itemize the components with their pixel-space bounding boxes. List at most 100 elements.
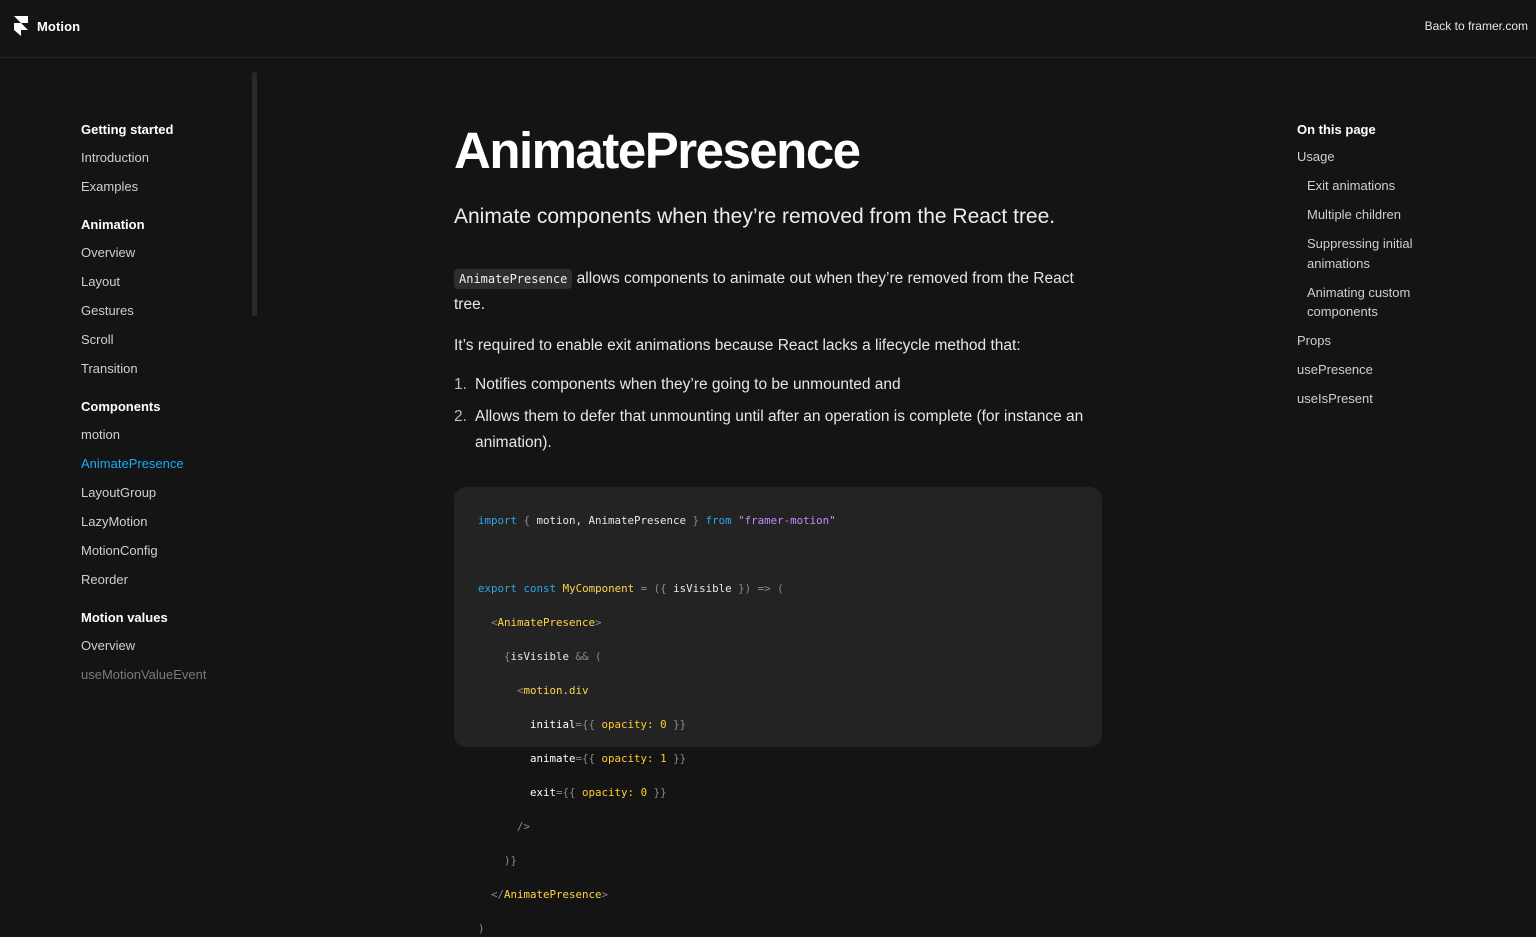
code-token: }}: [647, 786, 667, 799]
code-token: }}: [666, 752, 687, 765]
code-token: >: [601, 888, 609, 901]
sidebar-item-examples[interactable]: Examples: [81, 172, 256, 201]
sidebar-item-introduction[interactable]: Introduction: [81, 143, 256, 172]
brand-name: Motion: [37, 18, 81, 34]
list-text: Notifies components when they’re going t…: [475, 376, 901, 393]
code-line: )}: [478, 852, 1078, 869]
code-token: AnimatePresence: [497, 616, 596, 629]
nav-heading: Getting started: [81, 122, 174, 137]
nav-group-components: Components motion AnimatePresence Layout…: [81, 397, 256, 594]
code-token: && (: [569, 650, 602, 663]
code-token: AnimatePresence: [504, 888, 602, 901]
toc-item-multiple-children[interactable]: Multiple children: [1297, 200, 1457, 229]
toc-item-suppressing-initial-animations[interactable]: Suppressing initial animations: [1297, 229, 1457, 278]
reason-paragraph: It’s required to enable exit animations …: [454, 337, 1021, 354]
nav-group-getting-started: Getting started Introduction Examples: [81, 120, 256, 201]
code-token: opacity:: [601, 752, 654, 765]
toc-item-usepresence[interactable]: usePresence: [1297, 355, 1457, 384]
intro-paragraph: AnimatePresence allows components to ani…: [454, 266, 1104, 317]
sidebar-item-reorder[interactable]: Reorder: [81, 565, 256, 594]
code-token: exit: [530, 786, 557, 799]
back-to-framer-link[interactable]: Back to framer.com: [1425, 19, 1528, 33]
nav-group-animation: Animation Overview Layout Gestures Scrol…: [81, 215, 256, 383]
nav-heading: Components: [81, 399, 161, 414]
code-block[interactable]: import { motion, AnimatePresence } from …: [454, 487, 1102, 935]
on-this-page-toc: On this page Usage Exit animations Multi…: [1297, 120, 1457, 413]
toc-item-animating-custom-components[interactable]: Animating custom components: [1297, 278, 1457, 327]
code-token: ): [478, 922, 485, 935]
list-number: 2.: [454, 408, 467, 425]
code-token: opacity:: [601, 718, 654, 731]
code-token: from: [705, 514, 732, 527]
sidebar-item-animatepresence[interactable]: AnimatePresence: [81, 449, 256, 478]
code-token: ={{: [556, 786, 583, 799]
code-token: motion, AnimatePresence: [536, 514, 687, 527]
sidebar-item-overview[interactable]: Overview: [81, 238, 256, 267]
code-token: }) => (: [731, 582, 784, 595]
page-title: AnimatePresence: [454, 122, 861, 179]
code-token: MyComponent: [562, 582, 635, 595]
nav-heading: Motion values: [81, 610, 168, 625]
code-token: export: [478, 582, 518, 595]
code-line: <AnimatePresence>: [478, 614, 1078, 631]
code-line: ): [478, 920, 1078, 937]
toc-item-usage[interactable]: Usage: [1297, 142, 1457, 171]
top-bar: Motion Back to framer.com: [0, 0, 1536, 58]
inline-code: AnimatePresence: [454, 269, 573, 289]
code-line: />: [478, 818, 1078, 835]
brand-link[interactable]: Motion: [14, 16, 80, 36]
code-token: opacity:: [582, 786, 635, 799]
toc-item-useispresent[interactable]: useIsPresent: [1297, 384, 1457, 413]
code-line: export const MyComponent = ({ isVisible …: [478, 580, 1078, 597]
sidebar-item-lazymotion[interactable]: LazyMotion: [81, 507, 256, 536]
framer-logo-icon: [14, 16, 28, 36]
page-subtitle: Animate components when they’re removed …: [454, 205, 1056, 228]
code-token: isVisible: [673, 582, 732, 595]
requirements-list: 1. Notifies components when they’re goin…: [454, 372, 1104, 456]
list-text: Allows them to defer that unmounting unt…: [475, 408, 1084, 451]
sidebar-item-motionconfig[interactable]: MotionConfig: [81, 536, 256, 565]
list-number: 1.: [454, 376, 467, 393]
code-token: {: [517, 514, 537, 527]
sidebar-item-gestures[interactable]: Gestures: [81, 296, 256, 325]
code-token: animate: [530, 752, 576, 765]
code-token: initial: [530, 718, 576, 731]
main-content: AnimatePresence Animate components when …: [454, 118, 1104, 472]
code-token: </: [491, 888, 505, 901]
code-token: motion.div: [523, 684, 589, 697]
list-item: 2. Allows them to defer that unmounting …: [454, 404, 1104, 456]
sidebar-item-layoutgroup[interactable]: LayoutGroup: [81, 478, 256, 507]
code-token: 0: [653, 718, 667, 731]
code-token: >: [595, 616, 602, 629]
nav-group-motion-values: Motion values Overview useMotionValueEve…: [81, 608, 256, 689]
sidebar-item-usemotionvalueevent[interactable]: useMotionValueEvent: [81, 660, 256, 689]
code-token: }: [686, 514, 706, 527]
code-token: ={{: [575, 718, 602, 731]
sidebar-item-scroll[interactable]: Scroll: [81, 325, 256, 354]
code-line: exit={{ opacity: 0 }}: [478, 784, 1078, 801]
code-line: <motion.div: [478, 682, 1078, 699]
toc-heading: On this page: [1297, 122, 1376, 137]
code-token: const: [523, 582, 557, 595]
code-token: "framer-motion": [738, 514, 836, 527]
sidebar-item-transition[interactable]: Transition: [81, 354, 256, 383]
code-token: )}: [504, 854, 518, 867]
code-line: {isVisible && (: [478, 648, 1078, 665]
sidebar-item-motion[interactable]: motion: [81, 420, 256, 449]
code-token: 0: [634, 786, 648, 799]
code-line: </AnimatePresence>: [478, 886, 1078, 903]
code-token: = ({: [634, 582, 674, 595]
code-token: }}: [666, 718, 687, 731]
sidebar-nav: Getting started Introduction Examples An…: [81, 120, 256, 689]
code-token: 1: [653, 752, 667, 765]
code-line: animate={{ opacity: 1 }}: [478, 750, 1078, 767]
toc-item-props[interactable]: Props: [1297, 326, 1457, 355]
code-token: import: [478, 514, 518, 527]
sidebar-item-layout[interactable]: Layout: [81, 267, 256, 296]
nav-heading: Animation: [81, 217, 145, 232]
sidebar-item-overview-motion-values[interactable]: Overview: [81, 631, 256, 660]
code-line: import { motion, AnimatePresence } from …: [478, 512, 1078, 529]
list-item: 1. Notifies components when they’re goin…: [454, 372, 1104, 398]
toc-item-exit-animations[interactable]: Exit animations: [1297, 171, 1457, 200]
